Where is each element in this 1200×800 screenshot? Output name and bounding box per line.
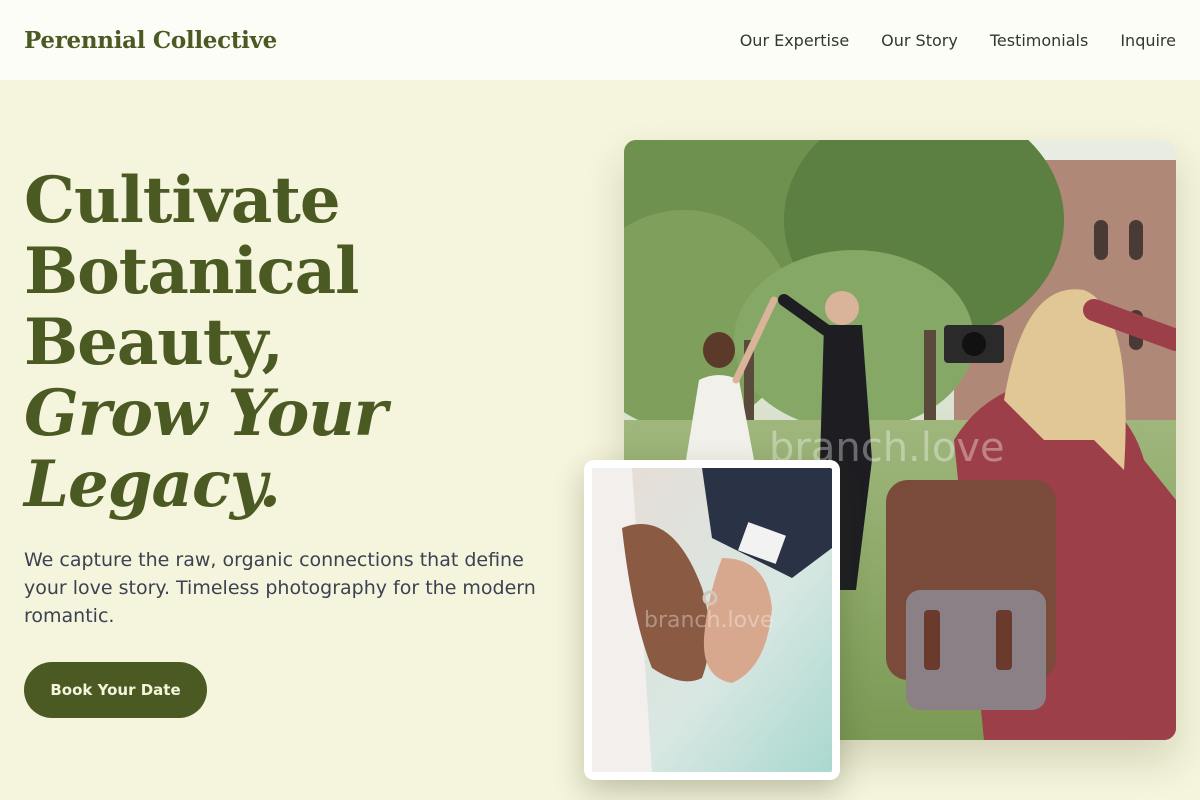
inset-rings-photo: branch.love [584,460,840,780]
hero-title-line: Beauty, [24,305,284,380]
hero-title-italic-line: Grow Your [24,376,388,451]
hero-title-italic-line: Legacy. [24,447,281,522]
hero-title: Cultivate Botanical Beauty, Grow Your Le… [24,165,584,520]
hero-title-line: Cultivate [24,163,341,238]
book-your-date-button[interactable]: Book Your Date [24,662,207,718]
nav-link-inquire[interactable]: Inquire [1120,31,1176,50]
nav-link-our-expertise[interactable]: Our Expertise [740,31,849,50]
nav-link-testimonials[interactable]: Testimonials [990,31,1089,50]
nav-link-our-story[interactable]: Our Story [881,31,958,50]
inset-photo-watermark: branch.love [644,608,774,633]
site-header: Perennial Collective Our Expertise Our S… [0,0,1200,80]
hero-title-line: Botanical [24,234,359,309]
main-nav: Our Expertise Our Story Testimonials Inq… [740,31,1176,50]
brand-logo[interactable]: Perennial Collective [24,27,277,54]
inset-photo-frame: branch.love [592,468,832,772]
hero-subtitle: We capture the raw, organic connections … [24,549,536,627]
